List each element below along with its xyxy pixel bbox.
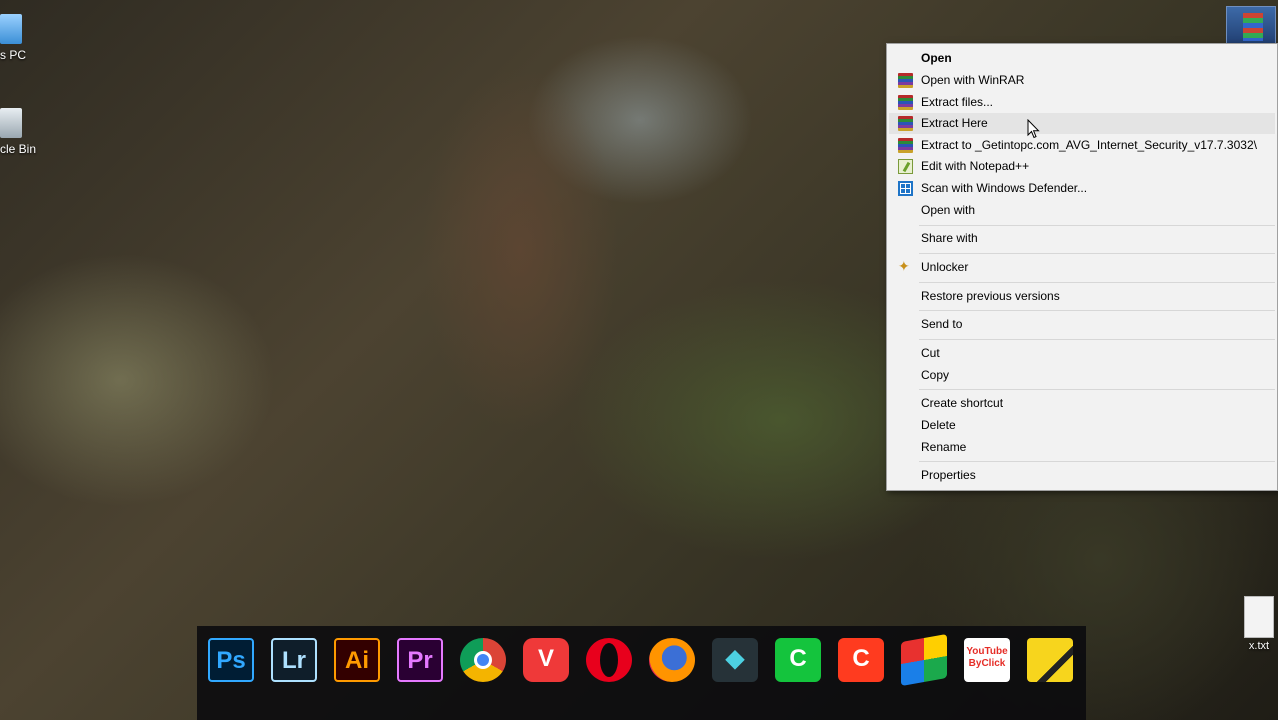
illustrator-app-icon[interactable]: Ai [334, 638, 380, 682]
menu-item-copy[interactable]: Copy [889, 365, 1275, 386]
app-label: YouTube ByClick [966, 646, 1008, 669]
menu-item-label: Scan with Windows Defender... [921, 181, 1088, 195]
app-label: Pr [407, 647, 433, 674]
menu-item-label: Send to [921, 317, 963, 331]
menu-separator [919, 461, 1275, 462]
this-pc-label: s PC [0, 48, 27, 62]
menu-item-label: Open with WinRAR [921, 73, 1025, 87]
menu-item-label: Cut [921, 346, 940, 360]
stickies-app-icon[interactable] [1027, 638, 1073, 682]
menu-item-cut[interactable]: Cut [889, 343, 1275, 364]
menu-item-label: Create shortcut [921, 396, 1004, 410]
chrome-app-icon[interactable] [460, 638, 506, 682]
menu-item-scan-with-defender[interactable]: Scan with Windows Defender... [889, 178, 1275, 199]
app-label: V [537, 645, 554, 672]
menu-item-label: Extract files... [921, 95, 994, 109]
firefox-app-icon[interactable] [649, 638, 695, 682]
app-label: C [852, 645, 870, 672]
menu-item-extract-to-folder[interactable]: Extract to _Getintopc.com_AVG_Internet_S… [889, 135, 1275, 156]
menu-item-open-with-winrar[interactable]: Open with WinRAR [889, 70, 1275, 91]
computer-icon [0, 14, 22, 44]
bluestacks-app-icon[interactable] [901, 633, 947, 687]
menu-item-properties[interactable]: Properties [889, 465, 1275, 486]
menu-separator [919, 310, 1275, 311]
txt-file-label: x.txt [1248, 640, 1270, 652]
app-label: ◆ [725, 645, 745, 672]
menu-item-unlocker[interactable]: ✦ Unlocker [889, 257, 1275, 278]
txt-file-desktop-icon[interactable]: x.txt [1240, 596, 1278, 652]
menu-item-extract-files[interactable]: Extract files... [889, 92, 1275, 113]
recycle-bin-icon [0, 108, 22, 138]
menu-separator [919, 339, 1275, 340]
menu-item-label: Open [921, 51, 952, 65]
menu-item-rename[interactable]: Rename [889, 437, 1275, 458]
menu-item-delete[interactable]: Delete [889, 415, 1275, 436]
winrar-icon [898, 73, 913, 88]
app-label: Ai [345, 647, 369, 674]
recycle-bin-desktop-icon[interactable]: cle Bin [0, 108, 36, 156]
menu-separator [919, 282, 1275, 283]
app-label: Lr [282, 647, 306, 674]
winrar-icon [898, 138, 913, 153]
context-menu: Open Open with WinRAR Extract files... E… [886, 43, 1278, 491]
menu-separator [919, 389, 1275, 390]
menu-item-open-with[interactable]: Open with [889, 200, 1275, 221]
menu-item-label: Properties [921, 468, 976, 482]
menu-item-label: Open with [921, 203, 976, 217]
menu-item-label: Extract Here [921, 116, 988, 130]
camtasia-recorder-app-icon[interactable]: C [838, 638, 884, 682]
tool-app-icon[interactable]: ◆ [712, 638, 758, 682]
photoshop-app-icon[interactable]: Ps [208, 638, 254, 682]
windows-defender-icon [898, 181, 913, 196]
menu-item-label: Share with [921, 231, 978, 245]
menu-item-label: Rename [921, 440, 967, 454]
menu-item-label: Extract to _Getintopc.com_AVG_Internet_S… [921, 138, 1257, 152]
app-label: Ps [216, 647, 246, 674]
youtube-byclick-app-icon[interactable]: YouTube ByClick [964, 638, 1010, 682]
premiere-app-icon[interactable]: Pr [397, 638, 443, 682]
text-document-icon [1244, 596, 1274, 638]
app-dock: Ps Lr Ai Pr V ◆ C C YouTube ByClick [197, 626, 1086, 720]
notepad-plus-plus-icon [898, 159, 913, 174]
this-pc-desktop-icon[interactable]: s PC [0, 14, 26, 62]
menu-item-extract-here[interactable]: Extract Here [889, 113, 1275, 134]
menu-item-share-with[interactable]: Share with [889, 228, 1275, 249]
menu-item-send-to[interactable]: Send to [889, 314, 1275, 335]
winrar-icon [898, 116, 913, 131]
menu-item-label: Restore previous versions [921, 289, 1060, 303]
lightroom-app-icon[interactable]: Lr [271, 638, 317, 682]
menu-item-create-shortcut[interactable]: Create shortcut [889, 393, 1275, 414]
magic-wand-icon: ✦ [898, 258, 910, 274]
vivaldi-app-icon[interactable]: V [523, 638, 569, 682]
menu-item-edit-with-notepad[interactable]: Edit with Notepad++ [889, 156, 1275, 177]
menu-item-label: Delete [921, 418, 956, 432]
menu-separator [919, 253, 1275, 254]
camtasia-studio-app-icon[interactable]: C [775, 638, 821, 682]
menu-item-label: Unlocker [921, 260, 969, 274]
menu-item-label: Edit with Notepad++ [921, 159, 1030, 173]
recycle-bin-label: cle Bin [0, 142, 37, 156]
menu-separator [919, 225, 1275, 226]
menu-item-open[interactable]: Open [889, 48, 1275, 69]
app-label: C [789, 645, 807, 672]
winrar-archive-file-icon[interactable] [1226, 6, 1276, 48]
menu-item-label: Copy [921, 368, 950, 382]
opera-app-icon[interactable] [586, 638, 632, 682]
menu-item-restore-previous-versions[interactable]: Restore previous versions [889, 286, 1275, 307]
winrar-icon [898, 95, 913, 110]
